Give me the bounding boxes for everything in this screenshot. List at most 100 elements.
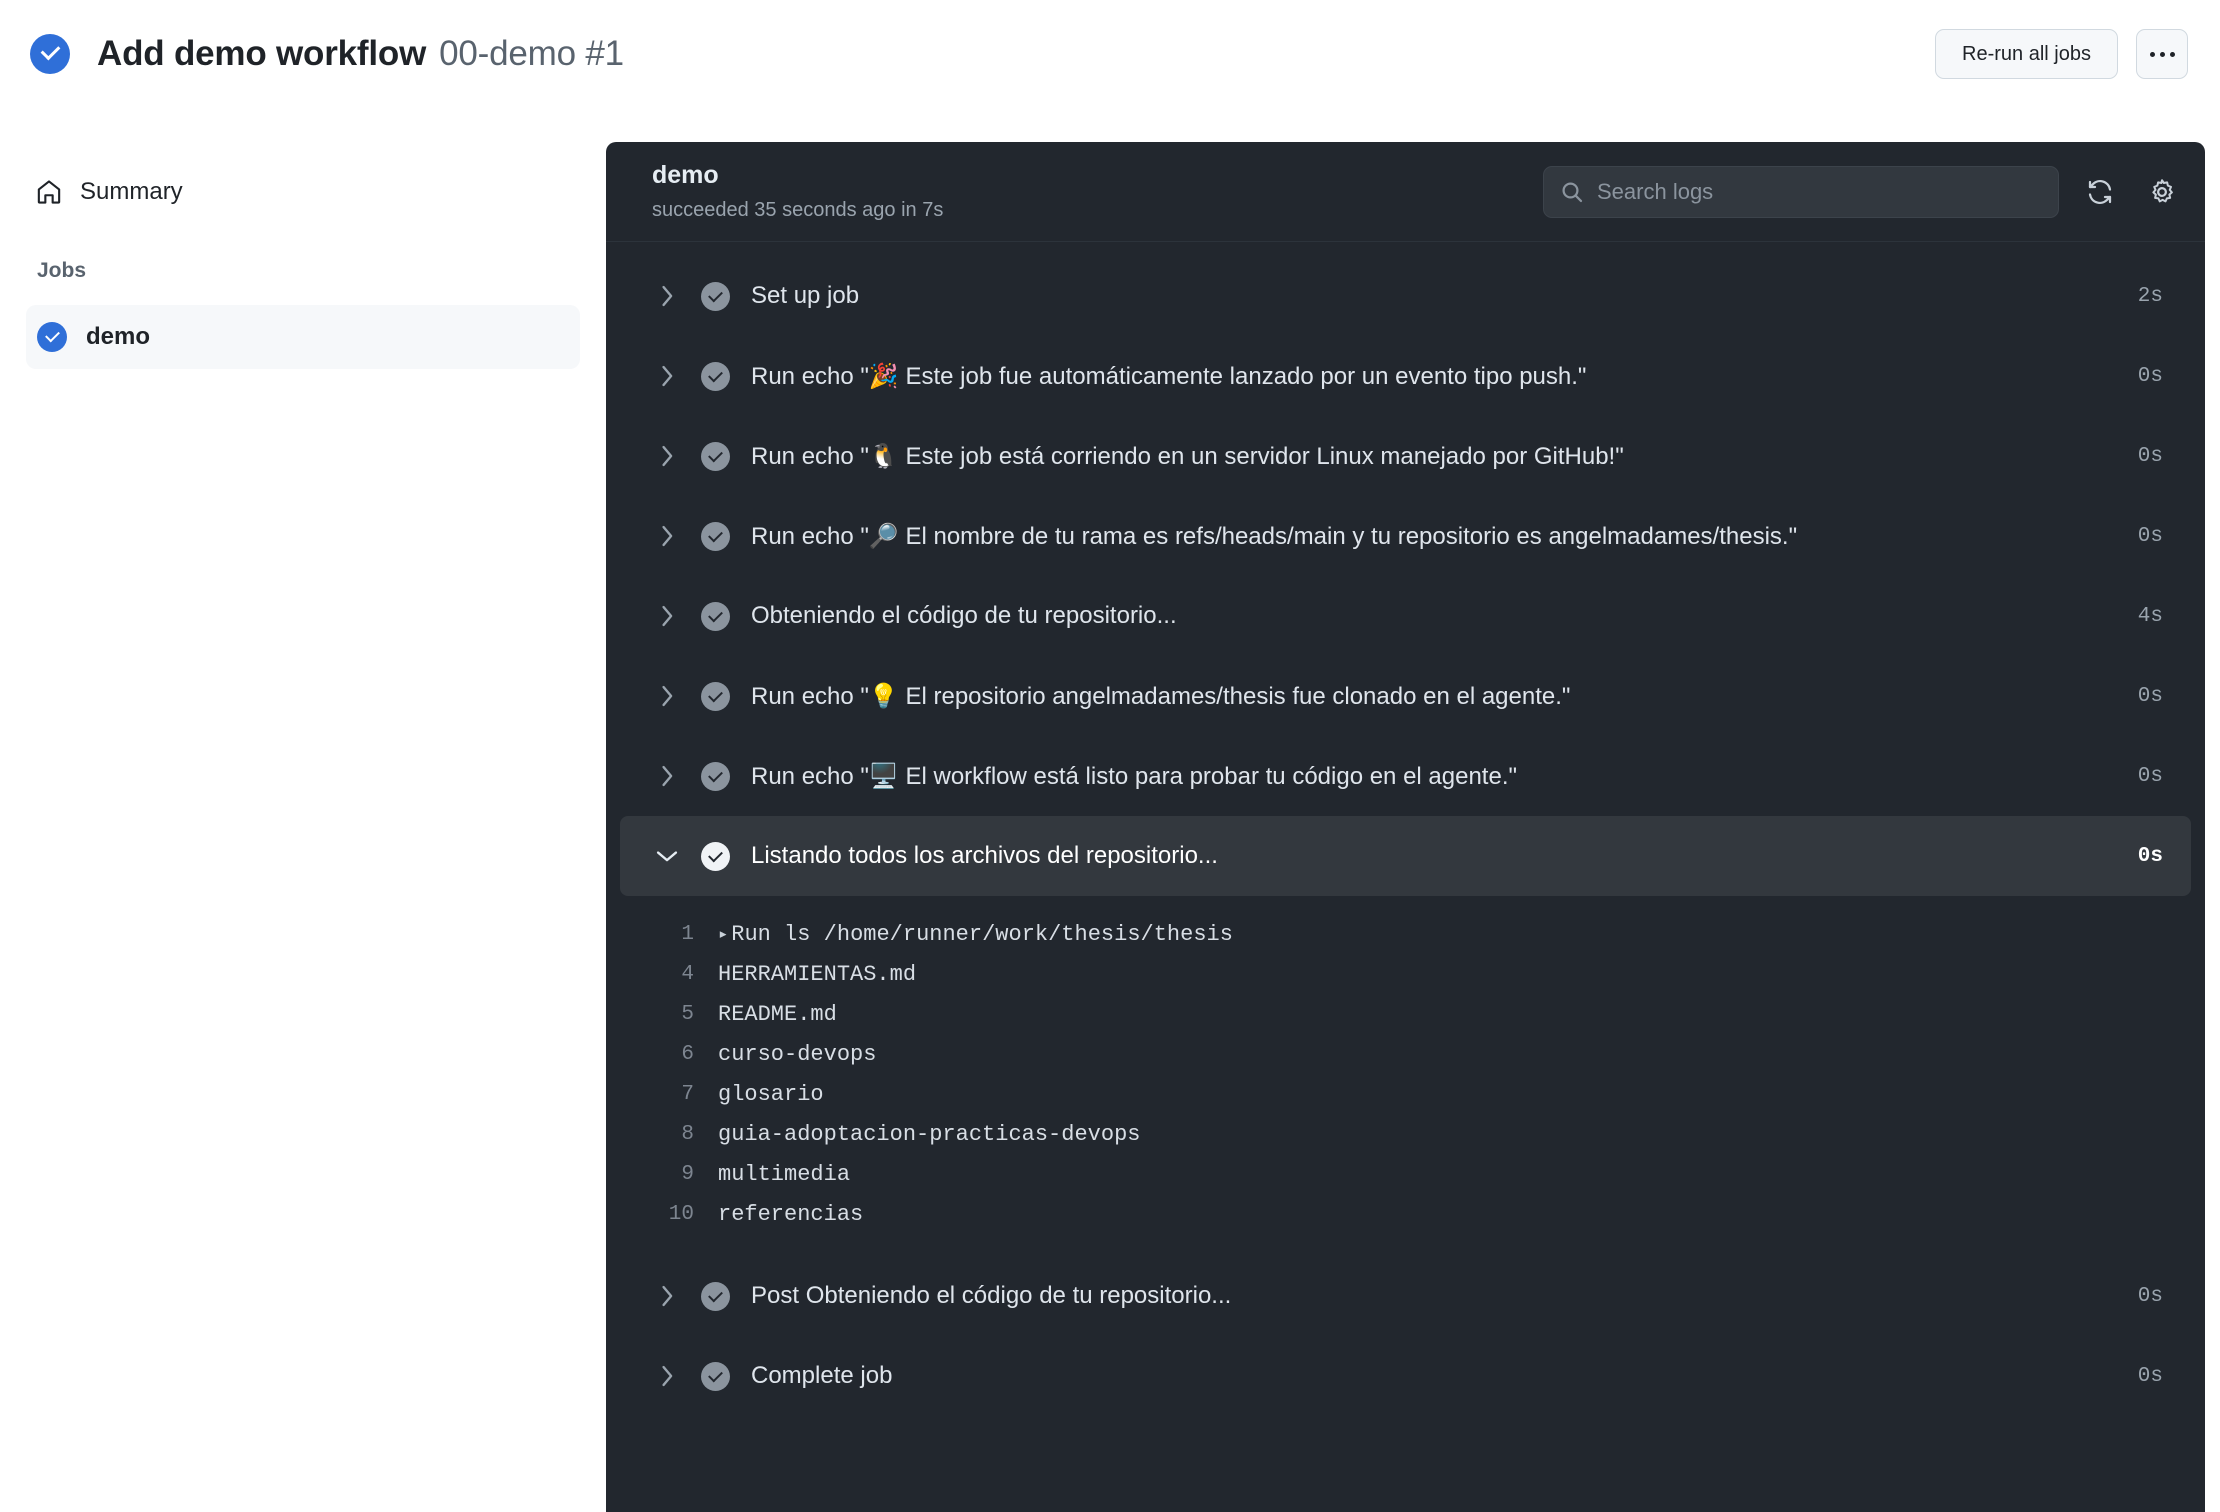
steps-list: Set up job 2s Run echo "🎉 Este job fue a… <box>606 242 2205 1416</box>
log-line-number: 7 <box>681 1082 694 1106</box>
step-label: Post Obteniendo el código de tu reposito… <box>751 1282 1232 1309</box>
step-success-check-icon <box>701 1361 730 1391</box>
log-panel: demo succeeded 35 seconds ago in 7s Sear… <box>606 142 2205 1512</box>
chevron-right-icon <box>654 1283 680 1309</box>
step-success-check-icon <box>701 281 730 311</box>
step-label: Run echo "🎉 Este job fue automáticamente… <box>751 362 1587 390</box>
step-row[interactable]: Obteniendo el código de tu repositorio..… <box>620 576 2191 656</box>
step-success-check-icon <box>701 361 730 391</box>
step-duration: 0s <box>2137 524 2163 548</box>
job-success-check-icon <box>37 322 67 352</box>
step-success-check-icon <box>701 761 730 791</box>
sidebar-summary-label: Summary <box>80 178 183 205</box>
log-line: 10 referencias <box>606 1194 2205 1234</box>
run-title: Add demo workflow <box>97 34 427 73</box>
step-duration: 0s <box>2137 1284 2163 1308</box>
log-line-number: 1 <box>681 922 694 946</box>
chevron-right-icon <box>654 443 680 469</box>
log-line-text: curso-devops <box>718 1041 877 1067</box>
log-line-text: Run ls /home/runner/work/thesis/thesis <box>731 921 1233 947</box>
kebab-dot-icon <box>2169 51 2175 57</box>
chevron-right-icon <box>654 1363 680 1389</box>
log-line: 5 README.md <box>606 994 2205 1034</box>
step-label: Run echo "🖥️ El workflow está listo para… <box>751 762 1518 790</box>
step-row[interactable]: Run echo "🖥️ El workflow está listo para… <box>620 736 2191 816</box>
log-line-number: 5 <box>681 1002 694 1026</box>
log-line: 6 curso-devops <box>606 1034 2205 1074</box>
step-label: Complete job <box>751 1362 893 1389</box>
sidebar-jobs-heading: Jobs <box>37 259 87 282</box>
log-line-text: referencias <box>718 1201 864 1227</box>
chevron-right-icon <box>654 603 680 629</box>
step-row[interactable]: Post Obteniendo el código de tu reposito… <box>620 1256 2191 1336</box>
step-row[interactable]: Set up job 2s <box>620 256 2191 336</box>
step-label: Listando todos los archivos del reposito… <box>751 842 1218 869</box>
step-success-check-icon <box>701 1281 730 1311</box>
log-line-text: glosario <box>718 1081 824 1107</box>
log-line: 7 glosario <box>606 1074 2205 1114</box>
log-line-number: 10 <box>668 1202 694 1226</box>
step-duration: 0s <box>2137 844 2163 868</box>
step-label: Obteniendo el código de tu repositorio..… <box>751 602 1177 629</box>
refresh-icon[interactable] <box>2079 171 2121 213</box>
re-run-all-jobs-button[interactable]: Re-run all jobs <box>1935 29 2118 79</box>
log-line-number: 4 <box>681 962 694 986</box>
run-status-check-icon <box>30 34 70 74</box>
log-line: 8 guia-adoptacion-practicas-devops <box>606 1114 2205 1154</box>
chevron-right-icon <box>654 283 680 309</box>
step-label: Run echo "🐧 Este job está corriendo en u… <box>751 442 1624 470</box>
log-line-text: guia-adoptacion-practicas-devops <box>718 1121 1141 1147</box>
log-panel-header: demo succeeded 35 seconds ago in 7s Sear… <box>606 142 2205 242</box>
step-success-check-icon <box>701 681 730 711</box>
step-label: Run echo "🔎 El nombre de tu rama es refs… <box>751 522 1798 550</box>
log-line-number: 8 <box>681 1122 694 1146</box>
sidebar-item-summary[interactable]: Summary <box>26 163 580 221</box>
step-row[interactable]: Complete job 0s <box>620 1336 2191 1416</box>
log-job-status: succeeded 35 seconds ago in 7s <box>652 198 944 221</box>
home-icon <box>36 179 62 205</box>
chevron-right-icon <box>654 523 680 549</box>
step-duration: 2s <box>2137 284 2163 308</box>
kebab-dot-icon <box>2149 51 2155 57</box>
log-expand-arrow-icon[interactable]: ▸ <box>718 924 728 945</box>
page-header: Add demo workflow 00-demo #1 Re-run all … <box>0 0 2220 108</box>
step-row[interactable]: Run echo "🐧 Este job está corriendo en u… <box>620 416 2191 496</box>
sidebar: Summary Jobs demo <box>0 108 606 1512</box>
step-duration: 0s <box>2137 364 2163 388</box>
step-duration: 4s <box>2137 604 2163 628</box>
step-row[interactable]: Run echo "🔎 El nombre de tu rama es refs… <box>620 496 2191 576</box>
chevron-down-icon <box>654 843 680 869</box>
log-line: 4 HERRAMIENTAS.md <box>606 954 2205 994</box>
chevron-right-icon <box>654 363 680 389</box>
more-options-button[interactable] <box>2136 29 2188 79</box>
step-duration: 0s <box>2137 1364 2163 1388</box>
chevron-right-icon <box>654 683 680 709</box>
search-logs-input[interactable]: Search logs <box>1543 165 2059 218</box>
search-logs-placeholder: Search logs <box>1597 178 1714 204</box>
log-job-title: demo <box>652 161 719 190</box>
step-label: Run echo "💡 El repositorio angelmadames/… <box>751 682 1571 710</box>
log-line-number: 6 <box>681 1042 694 1066</box>
step-label: Set up job <box>751 282 860 309</box>
log-line-text: multimedia <box>718 1161 851 1187</box>
log-header-titles: demo succeeded 35 seconds ago in 7s <box>652 162 943 221</box>
search-icon <box>1560 180 1584 204</box>
step-row[interactable]: Run echo "💡 El repositorio angelmadames/… <box>620 656 2191 736</box>
step-row[interactable]: Run echo "🎉 Este job fue automáticamente… <box>620 336 2191 416</box>
page-title: Add demo workflow 00-demo #1 <box>97 34 624 74</box>
log-line: 9 multimedia <box>606 1154 2205 1194</box>
log-line-text: HERRAMIENTAS.md <box>718 961 917 987</box>
kebab-dot-icon <box>2159 51 2165 57</box>
log-line: 1 ▸ Run ls /home/runner/work/thesis/thesi… <box>606 914 2205 954</box>
gear-icon[interactable] <box>2141 171 2183 213</box>
step-duration: 0s <box>2137 764 2163 788</box>
step-duration: 0s <box>2137 444 2163 468</box>
step-success-check-icon <box>701 841 730 871</box>
step-row-expanded[interactable]: Listando todos los archivos del reposito… <box>620 816 2191 896</box>
step-success-check-icon <box>701 601 730 631</box>
sidebar-item-job-demo[interactable]: demo <box>26 305 580 369</box>
header-actions: Re-run all jobs <box>1935 29 2188 79</box>
run-subtitle: 00-demo #1 <box>439 34 624 73</box>
sidebar-job-label: demo <box>86 323 151 350</box>
log-header-controls: Search logs <box>1543 165 2183 218</box>
